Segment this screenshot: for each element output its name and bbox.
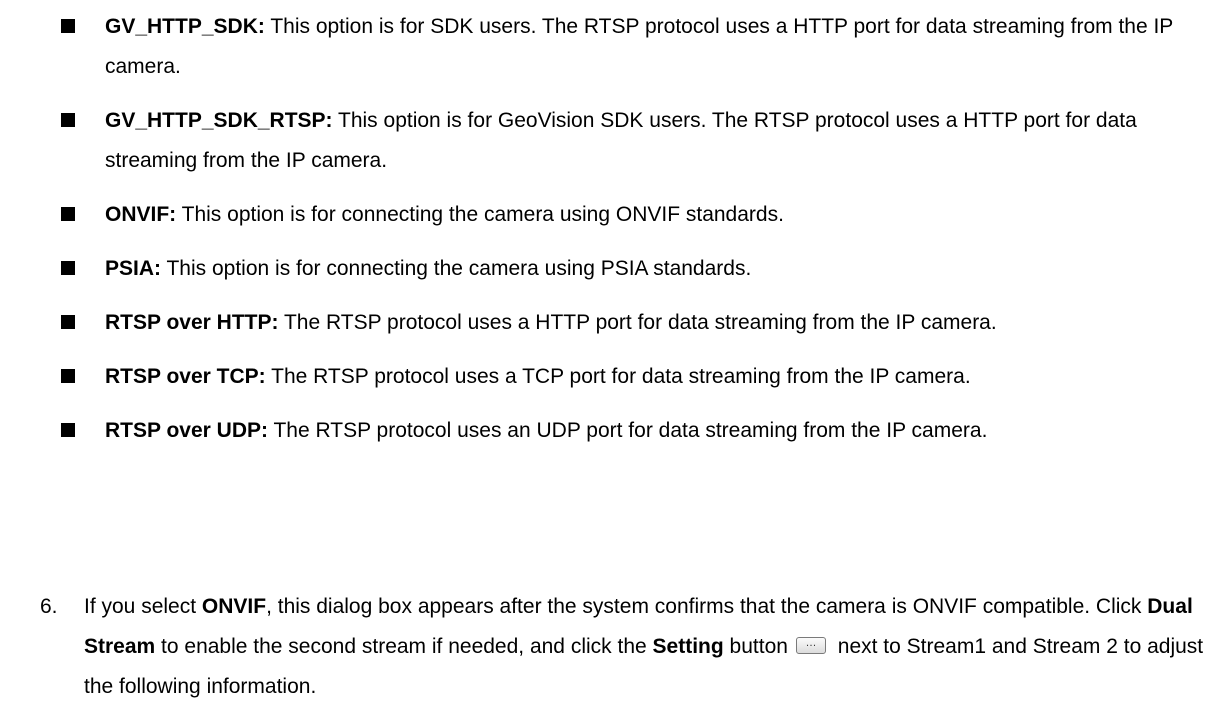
square-bullet-icon [61,315,75,329]
option-description: The RTSP protocol uses a TCP port for da… [265,365,971,388]
option-term: RTSP over HTTP: [105,311,279,334]
option-description: This option is for connecting the camera… [161,257,752,280]
step-text: If you select ONVIF, this dialog box app… [0,587,1221,707]
list-item: RTSP over TCP: The RTSP protocol uses a … [0,357,1221,397]
step-text-segment: , this dialog box appears after the syst… [266,595,1148,618]
setting-term: Setting [652,635,724,658]
step-text-segment: If you select [84,595,202,618]
option-description: The RTSP protocol uses an UDP port for d… [268,419,988,442]
list-item: GV_HTTP_SDK: This option is for SDK user… [0,7,1221,87]
list-item: RTSP over UDP: The RTSP protocol uses an… [0,411,1221,451]
step-text-segment: button [723,635,788,658]
protocol-options-list: GV_HTTP_SDK: This option is for SDK user… [0,7,1221,465]
onvif-term: ONVIF [201,595,267,618]
option-description: This option is for connecting the camera… [176,203,784,226]
option-term: ONVIF: [105,203,177,226]
option-term: GV_HTTP_SDK: [105,15,265,38]
square-bullet-icon [61,19,75,33]
step-6-paragraph: 6. If you select ONVIF, this dialog box … [0,587,1221,707]
option-term: PSIA: [105,257,162,280]
document-page: GV_HTTP_SDK: This option is for SDK user… [0,0,1221,718]
step-number: 6. [40,595,58,618]
list-item: ONVIF: This option is for connecting the… [0,195,1221,235]
option-term: RTSP over TCP: [105,365,266,388]
square-bullet-icon [61,207,75,221]
setting-ellipsis-button-icon: … [795,636,826,654]
square-bullet-icon [61,113,75,127]
square-bullet-icon [61,423,75,437]
step-text-segment: to enable the second stream if needed, a… [155,635,653,658]
list-item: GV_HTTP_SDK_RTSP: This option is for Geo… [0,101,1221,181]
list-item: RTSP over HTTP: The RTSP protocol uses a… [0,303,1221,343]
option-description: The RTSP protocol uses a HTTP port for d… [278,311,997,334]
square-bullet-icon [61,369,75,383]
list-item: PSIA: This option is for connecting the … [0,249,1221,289]
option-term: GV_HTTP_SDK_RTSP: [105,109,333,132]
square-bullet-icon [61,261,75,275]
option-term: RTSP over UDP: [105,419,268,442]
option-description: This option is for SDK users. The RTSP p… [105,15,1173,78]
